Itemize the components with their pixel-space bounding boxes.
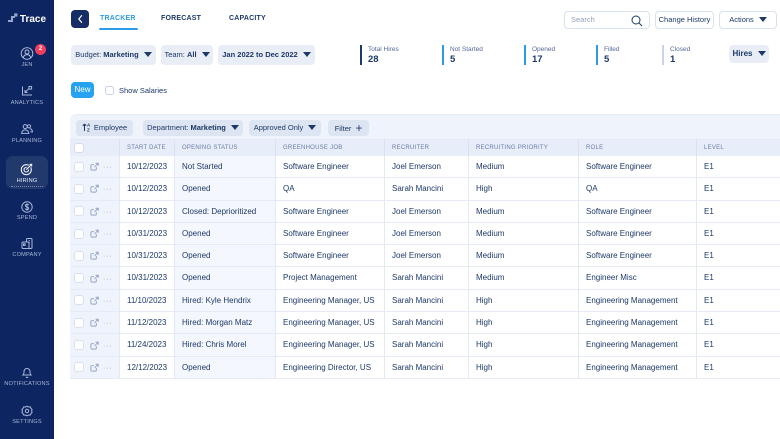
svg-text:Z: Z <box>87 128 90 133</box>
